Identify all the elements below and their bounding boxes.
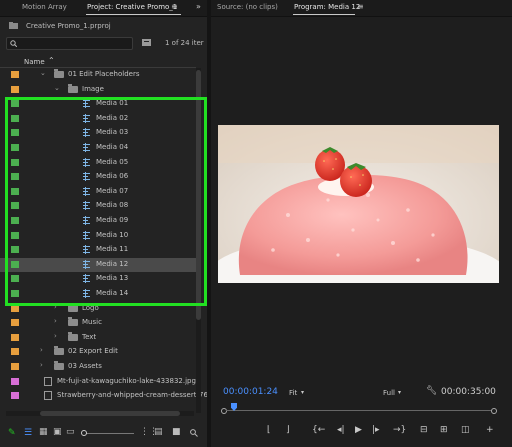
go-to-out-icon[interactable]: →} <box>393 425 406 435</box>
go-to-in-icon[interactable]: {← <box>312 425 325 435</box>
export-frame-icon[interactable]: ◫ <box>461 425 470 435</box>
folder-icon <box>54 346 64 356</box>
new-item-icon[interactable]: ■ <box>172 427 181 437</box>
program-video-frame[interactable] <box>218 125 499 283</box>
chevron-down-icon[interactable]: ⌄ <box>54 84 60 92</box>
chevron-right-icon[interactable]: › <box>40 361 43 369</box>
list-item[interactable]: Strawberry-and-whipped-cream-dessert-765 <box>0 389 212 404</box>
search-input[interactable] <box>6 37 133 50</box>
column-header-name[interactable]: Name <box>24 58 45 66</box>
dessert-image <box>218 125 499 283</box>
pencil-icon[interactable]: ✎ <box>8 428 16 438</box>
color-label-swatch[interactable] <box>11 319 19 327</box>
active-tab-indicator <box>293 14 355 15</box>
fit-dropdown[interactable]: Fit <box>289 389 297 397</box>
chevron-right-icon[interactable]: › <box>54 332 57 340</box>
button-editor-plus-icon[interactable]: + <box>486 425 494 435</box>
panel-divider[interactable] <box>207 0 211 447</box>
play-icon[interactable]: ▶ <box>355 425 362 435</box>
mark-in-icon[interactable]: ⌊ <box>267 425 271 435</box>
new-bin-icon[interactable] <box>142 38 151 46</box>
list-item-label: 02 Export Edit <box>68 347 118 356</box>
wrench-icon[interactable]: 🔧︎ <box>426 386 437 396</box>
horizontal-scrollbar-thumb[interactable] <box>40 411 180 416</box>
project-bottom-toolbar: ✎ ☰ ▦ ▣ ▭ ⋮⋮ ▤ ■ <box>0 423 207 447</box>
freeform-view-icon[interactable]: ▣ <box>53 427 62 437</box>
time-ruler[interactable] <box>221 404 497 416</box>
program-menu-icon[interactable]: ≡ <box>357 2 364 11</box>
mark-out-icon[interactable]: ⌋ <box>286 425 290 435</box>
highlight-box <box>5 97 207 306</box>
folder-icon <box>54 69 64 78</box>
list-item-label: Image <box>82 84 104 93</box>
panel-menu-icon[interactable]: ≡ <box>171 2 178 11</box>
zoom-slider-track[interactable] <box>82 433 134 434</box>
project-file-name: Creative Promo_1.prproj <box>26 22 111 30</box>
list-item-label: Strawberry-and-whipped-cream-dessert-765 <box>57 391 213 400</box>
left-tab-bar: Motion Array Project: Creative Promo_1 ≡… <box>0 0 207 17</box>
tab-program[interactable]: Program: Media 12 <box>294 3 360 11</box>
color-label-swatch[interactable] <box>11 363 19 370</box>
list-view-icon[interactable]: ☰ <box>24 428 32 438</box>
resolution-dropdown-arrow-icon[interactable]: ▾ <box>398 389 401 396</box>
project-file-icon <box>9 22 18 29</box>
color-label-swatch[interactable] <box>11 377 19 385</box>
item-count: 1 of 24 iter <box>165 39 204 47</box>
folder-icon <box>68 317 78 327</box>
zoom-slider-handle[interactable] <box>81 430 87 436</box>
search-icon <box>10 40 17 47</box>
insert-icon[interactable]: ⊟ <box>420 425 428 435</box>
list-item[interactable]: › 03 Assets <box>0 360 196 375</box>
chevron-right-icon[interactable]: › <box>40 346 43 354</box>
active-tab-indicator <box>86 14 181 15</box>
step-forward-icon[interactable]: |▸ <box>372 425 380 435</box>
color-label-swatch[interactable] <box>11 333 19 341</box>
list-item[interactable]: Mt-fuji-at-kawaguchiko-lake-433832.jpg <box>0 375 196 390</box>
sort-ascending-icon[interactable]: ⌃ <box>48 56 55 65</box>
current-timecode[interactable]: 00:00:01:24 <box>223 387 278 397</box>
list-item-label: 03 Assets <box>68 362 102 370</box>
list-item[interactable]: ⌄ 01 Edit Placeholders <box>0 68 196 83</box>
duration-timecode: 00:00:35:00 <box>441 387 496 397</box>
more-panels-icon[interactable]: » <box>196 2 201 11</box>
list-item-label: Text <box>82 332 97 341</box>
transport-controls: ⌊ ⌋ {← ◂| ▶ |▸ →} ⊟ ⊞ ◫ + <box>211 422 512 440</box>
color-label-swatch[interactable] <box>11 71 19 78</box>
search-bottom-icon[interactable] <box>190 429 198 437</box>
fit-dropdown-arrow-icon[interactable]: ▾ <box>301 389 304 396</box>
list-item[interactable]: ⌄ Image <box>0 83 196 98</box>
list-item-label: Mt-fuji-at-kawaguchiko-lake-433832.jpg <box>57 376 196 385</box>
icon-view-icon[interactable]: ▦ <box>39 427 48 437</box>
ruler-track <box>226 410 491 411</box>
color-label-swatch[interactable] <box>11 85 19 93</box>
list-item-label: 01 Edit Placeholders <box>68 70 140 78</box>
color-label-swatch[interactable] <box>11 348 19 356</box>
resolution-dropdown[interactable]: Full <box>383 389 395 397</box>
chevron-down-icon[interactable]: ⌄ <box>40 69 46 77</box>
list-item[interactable]: › Text <box>0 331 196 346</box>
image-file-icon <box>44 391 52 401</box>
folder-icon <box>68 331 78 341</box>
tab-motion-array[interactable]: Motion Array <box>22 3 67 11</box>
tab-source[interactable]: Source: (no clips) <box>217 3 278 11</box>
overwrite-icon[interactable]: ⊞ <box>440 425 448 435</box>
column-header-row: Name ⌃ <box>0 55 196 67</box>
list-item[interactable]: › Music <box>0 316 196 331</box>
color-label-swatch[interactable] <box>11 392 19 400</box>
right-tab-bar: Source: (no clips) Program: Media 12 ≡ <box>211 0 512 17</box>
find-icon[interactable]: ▤ <box>154 427 163 437</box>
folder-icon <box>68 83 78 93</box>
chevron-right-icon[interactable]: › <box>54 317 57 325</box>
list-item[interactable]: › 02 Export Edit <box>0 345 196 360</box>
tab-project[interactable]: Project: Creative Promo_1 <box>87 3 177 11</box>
folder-icon <box>54 361 64 370</box>
step-back-icon[interactable]: ◂| <box>337 425 345 435</box>
sort-icons-icon[interactable]: ▭ <box>66 427 75 437</box>
project-file-row: Creative Promo_1.prproj <box>0 17 207 35</box>
image-file-icon <box>44 376 52 386</box>
ruler-start-handle[interactable] <box>221 408 227 414</box>
list-item-label: Music <box>82 318 102 327</box>
ruler-end-handle[interactable] <box>491 408 497 414</box>
